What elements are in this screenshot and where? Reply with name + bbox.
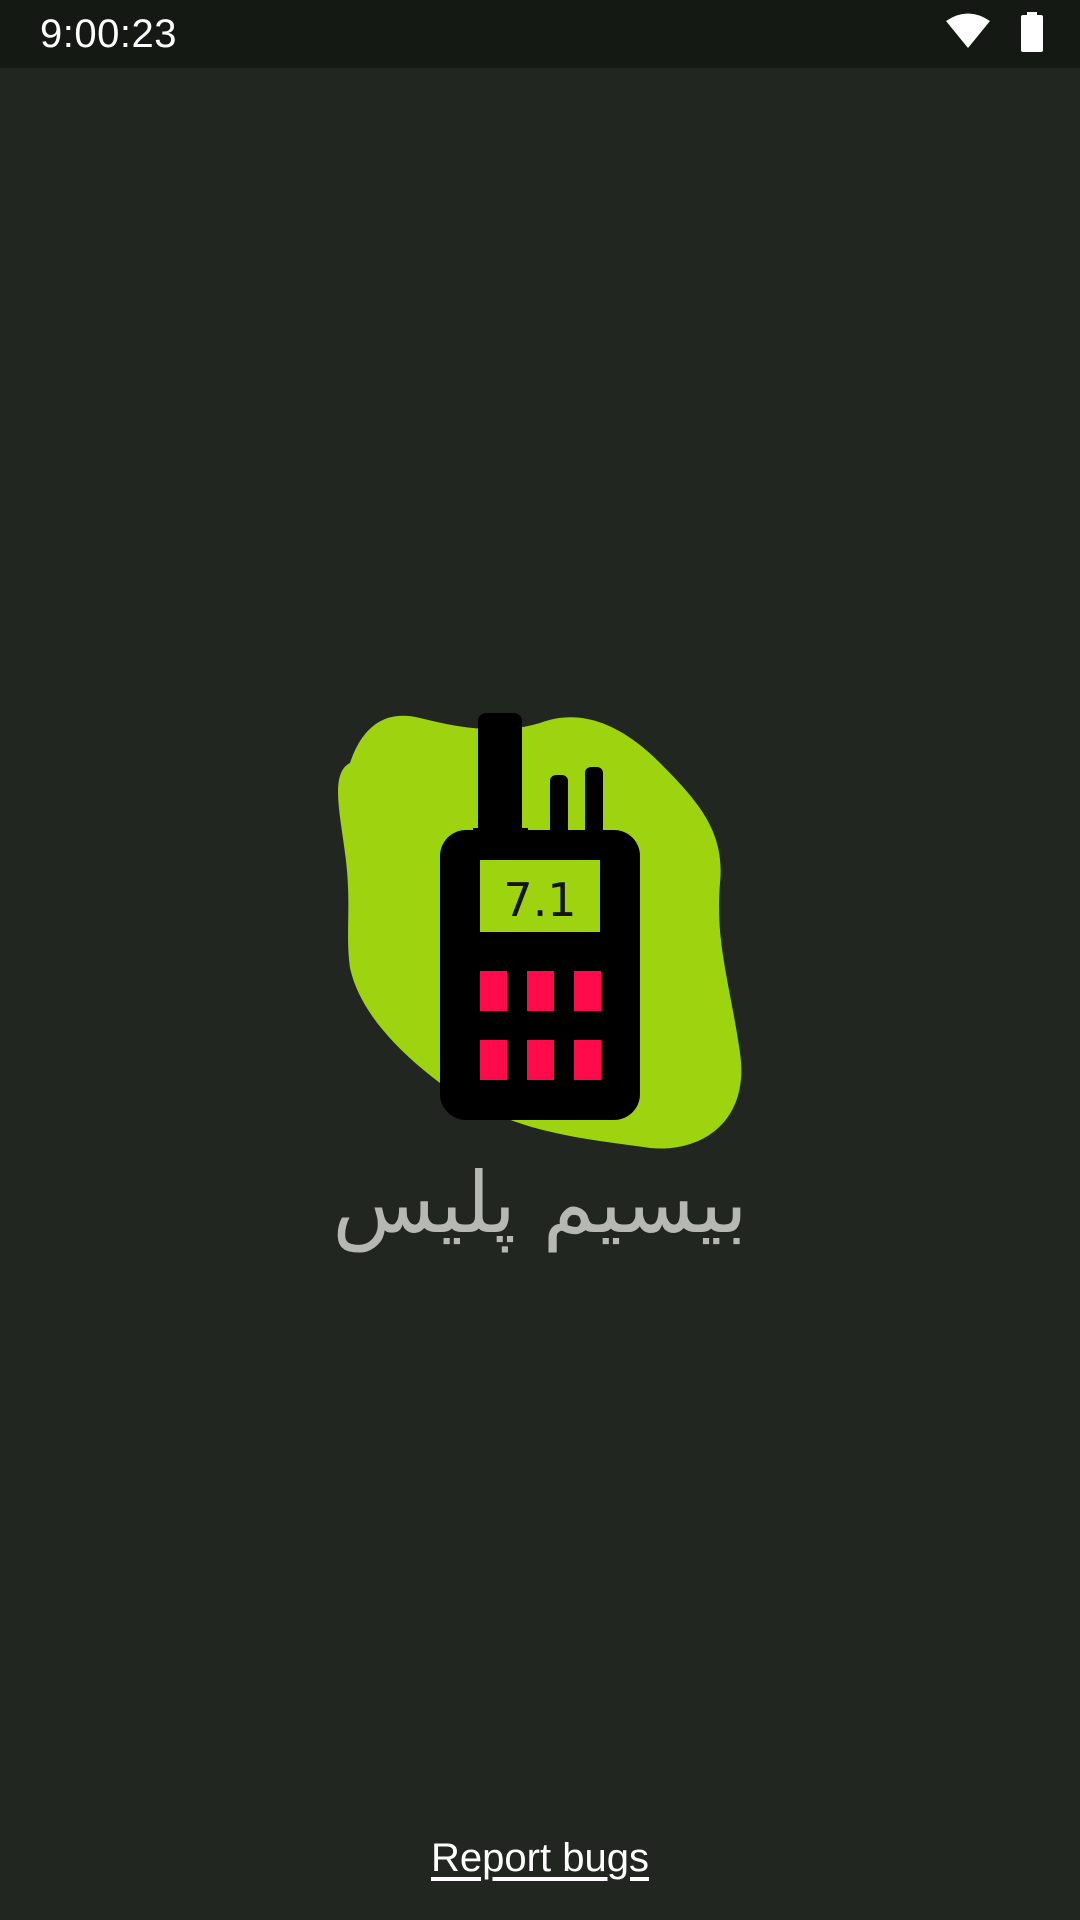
report-bugs-link[interactable]: Report bugs bbox=[431, 1836, 649, 1880]
radio-display-text: 7.1 bbox=[503, 873, 576, 927]
app-title: بیسیم پلیس bbox=[332, 1154, 748, 1252]
report-bugs-container: Report bugs bbox=[0, 1830, 1080, 1886]
wifi-icon bbox=[944, 12, 992, 57]
splash-screen: 7.1 بیسیم پلیس Report bugs bbox=[0, 68, 1080, 1920]
status-icons bbox=[944, 11, 1044, 57]
status-bar: 9:00:23 bbox=[0, 0, 1080, 68]
walkie-talkie-icon: 7.1 bbox=[338, 713, 742, 1149]
battery-icon bbox=[1020, 11, 1044, 57]
app-logo: 7.1 bbox=[320, 693, 760, 1193]
status-time: 9:00:23 bbox=[40, 12, 177, 56]
